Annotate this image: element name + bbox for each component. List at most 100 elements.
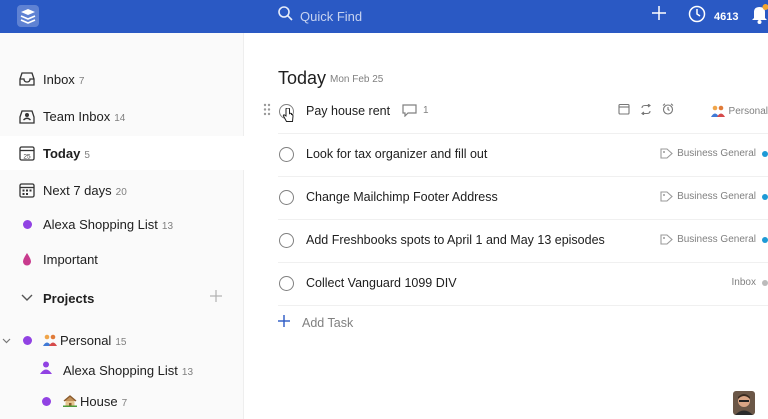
task-title: Change Mailchimp Footer Address	[306, 190, 498, 204]
karma-button[interactable]: 4613	[688, 5, 738, 28]
sidebar-item-alexa-shopping-list[interactable]: Alexa Shopping List 13	[0, 207, 244, 241]
comment-count-value: 1	[423, 105, 429, 116]
top-bar: Quick Find 4613	[0, 0, 768, 33]
page-title: Today	[278, 68, 327, 88]
hand-cursor-icon	[282, 107, 294, 128]
sidebar-item-label: Team Inbox	[43, 108, 111, 124]
task-title: Look for tax organizer and fill out	[306, 147, 488, 161]
task-checkbox[interactable]	[279, 147, 294, 162]
sidebar: Inbox 7 Team Inbox 14 25 Today 5 Next 7 day…	[0, 33, 244, 419]
reminder-alarm-icon[interactable]	[662, 102, 674, 120]
project-name: Business General	[677, 191, 756, 202]
project-item-personal[interactable]: Personal 15	[0, 323, 244, 357]
house-emoji-icon	[63, 394, 77, 407]
task-checkbox[interactable]	[279, 276, 294, 291]
sidebar-item-team-inbox[interactable]: Team Inbox 14	[0, 99, 244, 133]
sidebar-item-label: House	[80, 393, 118, 409]
task-label[interactable]: Business General	[660, 234, 768, 245]
task-row[interactable]: Add Freshbooks spots to April 1 and May …	[278, 220, 768, 263]
todoist-logo-icon[interactable]	[17, 5, 39, 27]
chevron-down-icon	[19, 290, 35, 306]
add-task-button[interactable]: Add Task	[278, 314, 353, 332]
sidebar-item-label: Inbox	[43, 71, 75, 87]
calendar-today-icon: 25	[19, 145, 35, 161]
team-inbox-icon	[19, 108, 35, 124]
item-count: 7	[78, 75, 85, 87]
sidebar-item-label: Alexa Shopping List	[63, 362, 178, 378]
task-project[interactable]: Personal	[710, 105, 768, 117]
item-count: 7	[121, 397, 128, 409]
notifications-bell-icon[interactable]	[751, 4, 768, 29]
sidebar-item-label: Important	[43, 251, 98, 267]
item-count: 5	[84, 149, 90, 161]
add-task-plus-icon[interactable]	[651, 5, 667, 26]
add-project-plus-icon[interactable]	[210, 289, 222, 307]
project-dot-icon	[19, 216, 35, 232]
project-item-alexa-shopping-list[interactable]: Alexa Shopping List 13	[0, 353, 244, 387]
recurring-icon[interactable]	[640, 102, 652, 120]
task-checkbox[interactable]	[279, 190, 294, 205]
task-title: Pay house rent	[306, 104, 391, 118]
task-row[interactable]: Collect Vanguard 1099 DIV Inbox	[278, 263, 768, 306]
label-color-dot	[762, 193, 768, 200]
task-row[interactable]: Change Mailchimp Footer Address Business…	[278, 177, 768, 220]
sidebar-item-important[interactable]: Important	[0, 242, 244, 276]
project-dot-icon	[38, 393, 54, 409]
comment-count[interactable]: 1	[402, 104, 429, 117]
item-count: 14	[114, 112, 126, 124]
project-name: Business General	[677, 234, 756, 245]
drop-icon	[19, 251, 35, 267]
sidebar-item-inbox[interactable]: Inbox 7	[0, 62, 244, 96]
sidebar-item-label: Alexa Shopping List	[43, 216, 158, 232]
sidebar-item-next-7-days[interactable]: Next 7 days 20	[0, 173, 244, 207]
plus-icon	[278, 314, 290, 332]
sidebar-item-label: Personal	[60, 332, 112, 348]
label-color-dot	[762, 236, 768, 243]
people-emoji-icon	[43, 334, 57, 346]
task-label[interactable]: Business General	[660, 191, 768, 202]
item-count: 20	[115, 186, 127, 198]
person-icon	[40, 361, 52, 379]
schedule-icon[interactable]	[618, 102, 630, 120]
project-name: Inbox	[731, 277, 756, 288]
people-emoji-icon	[710, 105, 725, 117]
main-content: Today Mon Feb 25 Pay house rent 1 Person…	[245, 33, 768, 419]
user-avatar[interactable]	[733, 391, 755, 415]
project-item-house[interactable]: House 7	[0, 384, 244, 418]
item-count: 13	[181, 366, 194, 378]
drag-handle-icon[interactable]	[263, 103, 271, 121]
chevron-down-icon[interactable]	[2, 331, 11, 349]
inbox-icon	[19, 71, 35, 87]
task-row[interactable]: Look for tax organizer and fill out Busi…	[278, 134, 768, 177]
add-task-label: Add Task	[302, 316, 354, 330]
quick-find-search[interactable]: Quick Find	[278, 4, 362, 28]
project-name: Personal	[728, 105, 768, 117]
item-count: 13	[161, 220, 174, 232]
sidebar-item-label: Next 7 days	[43, 182, 112, 198]
tag-icon	[660, 191, 673, 202]
project-dot-icon	[19, 332, 35, 348]
task-label[interactable]: Business General	[660, 148, 768, 159]
tag-icon	[660, 148, 673, 159]
calendar-day-number: 25	[23, 153, 31, 160]
karma-count: 4613	[714, 10, 739, 23]
task-checkbox[interactable]	[279, 233, 294, 248]
label-color-dot	[762, 150, 768, 157]
projects-header[interactable]: Projects	[0, 281, 244, 315]
karma-icon	[688, 5, 706, 28]
project-color-dot	[762, 279, 768, 286]
comment-icon	[402, 104, 417, 117]
task-title: Add Freshbooks spots to April 1 and May …	[306, 233, 605, 247]
search-icon	[278, 6, 293, 26]
item-count: 15	[115, 336, 127, 348]
page-date: Mon Feb 25	[330, 74, 384, 85]
task-row[interactable]: Pay house rent 1 Personal	[263, 91, 768, 134]
calendar-week-icon	[19, 182, 35, 198]
task-title: Collect Vanguard 1099 DIV	[306, 276, 457, 290]
search-input[interactable]: Quick Find	[300, 9, 362, 24]
task-project[interactable]: Inbox	[732, 277, 768, 288]
project-name: Business General	[677, 148, 756, 159]
sidebar-item-label: Today	[43, 145, 81, 161]
sidebar-item-today[interactable]: 25 Today 5	[0, 136, 244, 170]
tag-icon	[660, 234, 673, 245]
